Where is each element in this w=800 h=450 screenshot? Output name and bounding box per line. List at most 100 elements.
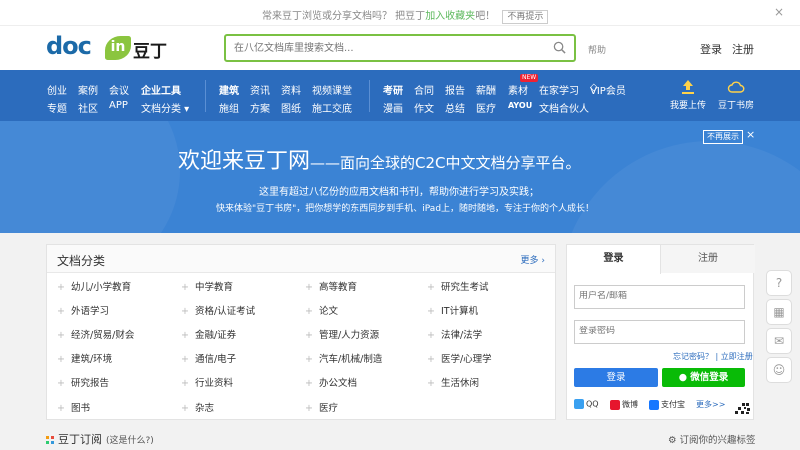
plus-icon: + xyxy=(181,403,189,414)
category-item[interactable]: + 生活休闲 xyxy=(427,375,479,389)
forgot-password-link[interactable]: 忘记密码？ xyxy=(673,352,713,361)
qrcode-side-icon[interactable]: ▦ xyxy=(766,299,792,325)
notice-dismiss-button[interactable]: 不再提示 xyxy=(502,10,549,24)
nav-item-zuowen[interactable]: 作文 xyxy=(414,100,434,115)
nav-item-hetong[interactable]: 合同 xyxy=(414,82,434,97)
category-label: 外语学习 xyxy=(70,306,109,317)
register-now-link[interactable]: 立即注册 xyxy=(721,352,753,361)
category-item[interactable]: + 管理/人力资源 xyxy=(305,327,379,341)
nav-item-baogao[interactable]: 报告 xyxy=(445,82,465,97)
category-item[interactable]: + 研究生考试 xyxy=(427,279,488,293)
subscribe-what-link[interactable]: (这是什么?) xyxy=(106,436,154,446)
header-register-link[interactable]: 注册 xyxy=(732,43,754,56)
category-item[interactable]: + 办公文档 xyxy=(305,375,357,389)
nav-item-zaijia[interactable]: 在家学习 xyxy=(539,82,579,97)
bookroom-button[interactable]: 豆丁书房 xyxy=(711,78,761,111)
category-label: 法律/法学 xyxy=(440,330,483,341)
category-item[interactable]: + 通信/电子 xyxy=(181,351,236,365)
category-item[interactable]: + 医疗 xyxy=(305,400,338,414)
category-label: 图书 xyxy=(70,403,90,414)
plus-icon: + xyxy=(181,330,189,341)
category-item[interactable]: + 研究报告 xyxy=(57,375,109,389)
nav-item-chuangye[interactable]: 创业 xyxy=(47,82,67,97)
category-item[interactable]: + 金融/证券 xyxy=(181,327,236,341)
category-item[interactable]: + 资格/认证考试 xyxy=(181,303,255,317)
nav-item-anli[interactable]: 案例 xyxy=(78,82,98,97)
category-item[interactable]: + 幼儿/小学教育 xyxy=(57,279,131,293)
search-input[interactable] xyxy=(234,40,544,56)
category-item[interactable]: + 汽车/机械/制造 xyxy=(305,351,382,365)
nav-item-partner[interactable]: 文档合伙人 xyxy=(539,100,589,115)
nav-item-zixun[interactable]: 资讯 xyxy=(250,82,270,97)
add-favorite-link[interactable]: 加入收藏夹 xyxy=(425,11,475,22)
plus-icon: + xyxy=(305,306,313,317)
category-item[interactable]: + 法律/法学 xyxy=(427,327,482,341)
wechat-login-button[interactable]: ● 微信登录 xyxy=(662,368,745,387)
nav-item-zongjie[interactable]: 总结 xyxy=(445,100,465,115)
nav-item-shequ[interactable]: 社区 xyxy=(78,100,98,115)
plus-icon: + xyxy=(305,282,313,293)
category-item[interactable]: + 行业资料 xyxy=(181,375,233,389)
nav-item-yiliao[interactable]: 医疗 xyxy=(476,100,496,115)
nav-item-xinchou[interactable]: 薪酬 xyxy=(476,82,496,97)
more-login-link[interactable]: 更多>> xyxy=(696,399,725,410)
category-label: 中学教育 xyxy=(194,282,233,293)
tab-register[interactable]: 注册 xyxy=(661,245,755,273)
plus-icon: + xyxy=(305,330,313,341)
qq-side-icon[interactable]: ☺ xyxy=(766,357,792,383)
category-item[interactable]: + 论文 xyxy=(305,303,338,317)
tab-login[interactable]: 登录 xyxy=(567,245,661,274)
nav-item-zhuanti[interactable]: 专题 xyxy=(47,100,67,115)
plus-icon: + xyxy=(57,354,65,365)
nav-divider xyxy=(369,80,370,112)
username-field[interactable] xyxy=(574,285,745,309)
category-item[interactable]: + 杂志 xyxy=(181,400,214,414)
category-item[interactable]: + 外语学习 xyxy=(57,303,109,317)
banner-close-icon[interactable]: × xyxy=(746,128,755,141)
category-item[interactable]: + 经济/贸易/财会 xyxy=(57,327,134,341)
subscribe-interest-link[interactable]: ⚙ 订阅你的兴趣标签 xyxy=(668,432,756,446)
password-input[interactable] xyxy=(579,326,739,336)
login-panel: 登录 注册 忘记密码？ | 立即注册 登录 ● 微信登录 QQ 微博 支付宝 更… xyxy=(566,244,755,420)
qr-code-icon[interactable] xyxy=(733,393,751,415)
categories-more-link[interactable]: 更多 › xyxy=(521,253,545,266)
banner-dismiss-button[interactable]: 不再展示 xyxy=(703,130,743,144)
nav-item-shizu[interactable]: 施组 xyxy=(219,100,239,115)
plus-icon: + xyxy=(305,378,313,389)
weibo-login[interactable]: 微博 xyxy=(610,399,638,410)
nav-item-kaoyan[interactable]: 考研 xyxy=(383,82,403,97)
category-item[interactable]: + 中学教育 xyxy=(181,279,233,293)
header-login-link[interactable]: 登录 xyxy=(700,43,722,56)
username-input[interactable] xyxy=(579,291,739,301)
nav-item-tuzhi[interactable]: 图纸 xyxy=(281,100,301,115)
password-field[interactable] xyxy=(574,320,745,344)
wechat-side-icon[interactable]: ✉ xyxy=(766,328,792,354)
nav-item-manhua[interactable]: 漫画 xyxy=(383,100,403,115)
category-item[interactable]: + 医学/心理学 xyxy=(427,351,492,365)
category-item[interactable]: + IT计算机 xyxy=(427,303,478,317)
upload-button[interactable]: 我要上传 xyxy=(663,78,713,111)
category-item[interactable]: + 图书 xyxy=(57,400,90,414)
category-item[interactable]: + 高等教育 xyxy=(305,279,357,293)
nav-item-jianzhu[interactable]: 建筑 xyxy=(219,82,239,97)
nav-item-jiaodi[interactable]: 施工交底 xyxy=(312,100,352,115)
nav-item-enterprise-tools[interactable]: 企业工具 xyxy=(141,82,181,97)
nav-item-app[interactable]: APP xyxy=(109,100,128,111)
help-question-icon[interactable]: ? xyxy=(766,270,792,296)
nav-item-doc-category[interactable]: 文档分类 ▾ xyxy=(141,100,189,115)
category-item[interactable]: + 建筑/环境 xyxy=(57,351,112,365)
nav-item-video[interactable]: 视频课堂 xyxy=(312,82,352,97)
qq-login[interactable]: QQ xyxy=(574,399,599,409)
nav-item-huiyi[interactable]: 会议 xyxy=(109,82,129,97)
login-button[interactable]: 登录 xyxy=(574,368,658,387)
help-link[interactable]: 帮助 xyxy=(588,43,606,56)
plus-icon: + xyxy=(427,354,435,365)
plus-icon: + xyxy=(57,378,65,389)
category-label: 生活休闲 xyxy=(440,378,479,389)
nav-item-fangan[interactable]: 方案 xyxy=(250,100,270,115)
nav-item-ziliao[interactable]: 资料 xyxy=(281,82,301,97)
notice-close-icon[interactable]: × xyxy=(774,5,784,19)
search-icon[interactable] xyxy=(553,41,566,54)
alipay-login[interactable]: 支付宝 xyxy=(649,399,685,410)
nav-item-ayou[interactable]: AYOU xyxy=(508,101,532,110)
